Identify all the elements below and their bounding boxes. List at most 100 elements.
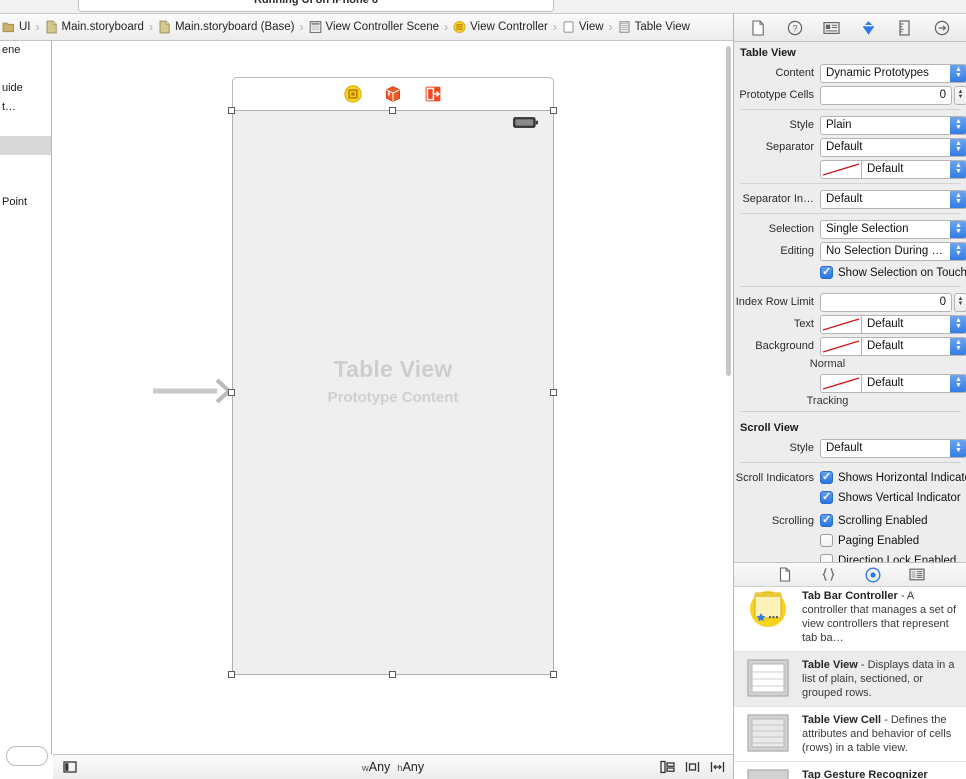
outline-row[interactable]: uide — [0, 79, 51, 98]
attributes-inspector-tab[interactable] — [859, 19, 877, 37]
outline-row[interactable] — [0, 117, 51, 136]
list-item[interactable]: Table View Cell - Defines the attributes… — [734, 707, 966, 762]
row-text-color: Text Default ▲ ▼ — [734, 314, 966, 334]
navigator-filter-field[interactable] — [6, 746, 48, 766]
row-shows-horizontal-indicator: Scroll Indicators Shows Horizontal Indic… — [734, 468, 966, 487]
background-color-well[interactable] — [820, 336, 862, 356]
outline-row[interactable]: ene — [0, 41, 51, 60]
outline-row[interactable]: t… — [0, 98, 51, 117]
selection-handle-top-center[interactable] — [389, 107, 396, 114]
separator-popup[interactable]: Default ▲ ▼ — [820, 137, 966, 157]
paging-enabled-checkbox[interactable] — [820, 534, 833, 547]
direction-lock-enabled-checkbox[interactable] — [820, 554, 833, 562]
background-color-popup[interactable]: Default ▲ ▼ — [862, 336, 966, 356]
connections-inspector-tab[interactable] — [933, 19, 951, 37]
object-library-list[interactable]: Tab Bar Controller - A controller that m… — [734, 587, 966, 779]
storyboard-canvas[interactable]: Table View Prototype Content — [53, 41, 733, 754]
outline-row[interactable]: Point — [0, 193, 51, 212]
breadcrumb-item-view-controller-scene[interactable]: View Controller Scene — [309, 20, 439, 34]
selection-handle-middle-left[interactable] — [228, 389, 235, 396]
selection-handle-bottom-center[interactable] — [389, 671, 396, 678]
breadcrumb-label: Table View — [634, 21, 690, 33]
exit-dock-icon[interactable] — [424, 85, 442, 103]
breadcrumb[interactable]: UI › Main.storyboard › Main.storyboard (… — [0, 14, 733, 41]
view-controller-scene[interactable]: Table View Prototype Content — [228, 77, 557, 678]
separator-inset-popup[interactable]: Default ▲ ▼ — [820, 189, 966, 209]
breadcrumb-item-table-view[interactable]: Table View — [618, 20, 690, 34]
list-item-text: Table View - Displays data in a list of … — [802, 658, 961, 700]
tracking-state-note: Tracking — [806, 395, 849, 407]
show-selection-on-touch-checkbox[interactable] — [820, 265, 833, 279]
text-color-popup[interactable]: Default ▲ ▼ — [862, 314, 966, 334]
selection-handle-top-right[interactable] — [550, 107, 557, 114]
breadcrumb-item-view[interactable]: View — [562, 20, 604, 34]
shows-horizontal-indicator-checkbox[interactable] — [820, 470, 833, 484]
selection-handle-bottom-left[interactable] — [228, 671, 235, 678]
document-outline-navigator[interactable]: ene uide t… Point — [0, 41, 52, 754]
outline-row[interactable] — [0, 60, 51, 79]
breadcrumb-item-main-storyboard[interactable]: Main.storyboard — [45, 20, 144, 34]
list-item[interactable]: Tap Gesture Recognizer — [734, 762, 966, 779]
breadcrumb-separator: › — [444, 20, 449, 34]
row-paging-enabled: Paging Enabled — [734, 531, 966, 550]
outline-row-selected[interactable] — [0, 136, 51, 155]
list-item-text: Tab Bar Controller - A controller that m… — [802, 589, 961, 645]
separator-color-well[interactable] — [820, 159, 862, 179]
content-popup[interactable]: Dynamic Prototypes ▲ ▼ — [820, 63, 966, 83]
align-icon[interactable] — [660, 760, 675, 774]
editing-popup[interactable]: No Selection During E… ▲ ▼ — [820, 241, 966, 261]
canvas-vertical-scrollbar[interactable] — [724, 43, 733, 754]
scroll-style-popup[interactable]: Default ▲ ▼ — [820, 438, 966, 458]
media-library-tab[interactable] — [908, 567, 926, 583]
list-item[interactable]: Tab Bar Controller - A controller that m… — [734, 587, 966, 652]
view-controller-dock-icon[interactable] — [344, 85, 362, 103]
identity-inspector-tab[interactable] — [823, 19, 841, 37]
shows-vertical-indicator-checkbox[interactable] — [820, 490, 833, 504]
text-color-well[interactable] — [820, 314, 862, 334]
pin-icon[interactable] — [685, 760, 700, 774]
background-color-value: Default — [867, 340, 904, 352]
index-row-limit-stepper[interactable]: ▲ ▼ — [954, 292, 966, 312]
separator-color-popup[interactable]: Default ▲ ▼ — [862, 159, 966, 179]
list-item-selected[interactable]: Table View - Displays data in a list of … — [734, 652, 966, 707]
selection-popup[interactable]: Single Selection ▲ ▼ — [820, 219, 966, 239]
size-class-indicator[interactable]: wAny hAny — [53, 760, 733, 774]
code-snippet-library-tab[interactable] — [820, 567, 838, 583]
chevron-updown-icon: ▲ ▼ — [950, 138, 966, 156]
table-view-on-canvas[interactable]: Table View Prototype Content — [232, 110, 554, 675]
scene-dock[interactable] — [232, 77, 554, 110]
label-scrolling: Scrolling — [771, 514, 814, 527]
breadcrumb-item-view-controller[interactable]: View Controller — [453, 20, 548, 34]
prototype-cells-field[interactable]: 0 — [820, 85, 952, 105]
divider — [740, 286, 961, 287]
file-template-library-tab[interactable] — [776, 567, 794, 583]
breadcrumb-item-main-storyboard-base[interactable]: Main.storyboard (Base) — [158, 20, 295, 34]
inspector-tab-bar[interactable]: ? — [734, 14, 966, 42]
library-tab-bar[interactable] — [734, 563, 966, 587]
breadcrumb-item-ui[interactable]: UI — [2, 20, 31, 34]
quick-help-inspector-tab[interactable]: ? — [786, 19, 804, 37]
direction-lock-enabled-label: Direction Lock Enabled — [838, 554, 957, 563]
outline-row[interactable] — [0, 155, 51, 174]
object-library-tab[interactable] — [864, 566, 882, 583]
style-popup[interactable]: Plain ▲ ▼ — [820, 115, 966, 135]
selection-handle-bottom-right[interactable] — [550, 671, 557, 678]
file-inspector-tab[interactable] — [749, 19, 767, 37]
outline-row[interactable] — [0, 174, 51, 193]
resolve-auto-layout-icon[interactable] — [710, 760, 725, 774]
xcode-interface-builder-window: Running UI on iPhone 6 UI › Main.storybo… — [0, 0, 966, 779]
selection-handle-middle-right[interactable] — [550, 389, 557, 396]
size-inspector-tab[interactable] — [896, 19, 914, 37]
tracking-color-well[interactable] — [820, 373, 862, 393]
first-responder-dock-icon[interactable] — [384, 85, 402, 103]
index-row-limit-field[interactable]: 0 — [820, 292, 952, 312]
prototype-cells-stepper[interactable]: ▲ ▼ — [954, 85, 966, 105]
tracking-color-popup[interactable]: Default ▲ ▼ — [862, 373, 966, 393]
scrolling-enabled-checkbox[interactable] — [820, 513, 833, 527]
section-title-scroll-view: Scroll View — [740, 422, 799, 434]
separator-value: Default — [826, 141, 863, 153]
canvas-scrollbar-thumb[interactable] — [726, 46, 731, 376]
row-tracking-color: Default ▲ ▼ — [734, 373, 966, 393]
document-outline-toggle-icon[interactable] — [63, 760, 77, 774]
selection-handle-top-left[interactable] — [228, 107, 235, 114]
